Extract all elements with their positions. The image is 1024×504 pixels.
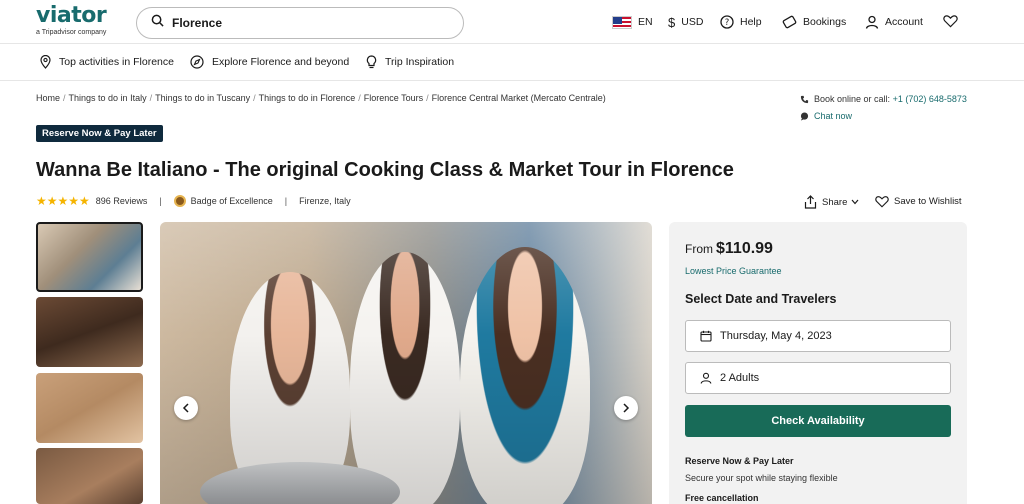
wishlist-label: Save to Wishlist xyxy=(894,196,962,207)
gallery-thumbnail[interactable] xyxy=(36,222,143,292)
chevron-down-icon xyxy=(851,197,859,208)
svg-text:?: ? xyxy=(725,18,730,28)
account-label: Account xyxy=(885,16,923,28)
reviews-link[interactable]: 896 Reviews xyxy=(96,196,148,206)
help-label: Help xyxy=(740,16,762,28)
select-date-title: Select Date and Travelers xyxy=(685,292,837,306)
date-picker[interactable]: Thursday, May 4, 2023 xyxy=(685,320,951,352)
user-icon xyxy=(865,15,879,29)
price-row: From $110.99 xyxy=(685,240,773,258)
booking-panel: From $110.99 Lowest Price Guarantee Sele… xyxy=(669,222,967,504)
top-header: viator a Tripadvisor company EN $ USD ? … xyxy=(0,0,1024,44)
gallery-thumbnail[interactable] xyxy=(36,373,143,443)
location-pin-icon xyxy=(40,55,51,69)
contact-info: Book online or call: +1 (702) 648-5873 C… xyxy=(800,93,967,127)
badge-of-excellence: Badge of Excellence xyxy=(190,196,273,206)
us-flag-icon xyxy=(612,15,632,29)
lightbulb-icon xyxy=(366,55,377,69)
share-icon xyxy=(804,195,817,209)
subnav-label: Explore Florence and beyond xyxy=(212,56,350,68)
search-input[interactable] xyxy=(172,16,432,30)
chat-icon xyxy=(800,111,809,121)
location-link[interactable]: Firenze, Italy xyxy=(299,196,351,206)
rating-stars: ★★★★★ xyxy=(36,194,90,208)
breadcrumb-tuscany[interactable]: Things to do in Tuscany xyxy=(155,93,250,103)
chat-now-link[interactable]: Chat now xyxy=(814,111,852,121)
breadcrumb-home[interactable]: Home xyxy=(36,93,60,103)
logo-subtitle: a Tripadvisor company xyxy=(36,29,107,36)
date-value: Thursday, May 4, 2023 xyxy=(720,330,832,342)
currency-label: USD xyxy=(681,16,704,28)
badge-of-excellence-icon xyxy=(173,195,186,207)
bookings-link[interactable]: Bookings xyxy=(782,13,846,31)
travelers-value: 2 Adults xyxy=(720,372,760,384)
gallery-next-button[interactable] xyxy=(614,396,638,420)
breadcrumb: Home / Things to do in Italy / Things to do … xyxy=(36,93,606,103)
calendar-icon xyxy=(700,330,712,342)
lowest-price-guarantee-link[interactable]: Lowest Price Guarantee xyxy=(685,266,782,276)
product-meta: ★★★★★ 896 Reviews | Badge of Excellence … xyxy=(36,194,351,208)
share-button[interactable]: Share xyxy=(804,195,859,209)
main-product-photo xyxy=(160,222,652,504)
reserve-now-badge: Reserve Now & Pay Later xyxy=(36,125,163,142)
breadcrumb-italy[interactable]: Things to do in Italy xyxy=(69,93,147,103)
wishlist-header-button[interactable] xyxy=(943,13,958,31)
save-to-wishlist-button[interactable]: Save to Wishlist xyxy=(875,195,962,208)
breadcrumb-florence[interactable]: Things to do in Florence xyxy=(259,93,356,103)
gallery-prev-button[interactable] xyxy=(174,396,198,420)
phone-icon xyxy=(800,95,809,104)
reserve-now-subtitle: Secure your spot while staying flexible xyxy=(685,473,838,483)
gallery-thumbnail[interactable] xyxy=(36,448,143,504)
language-label: EN xyxy=(638,16,653,28)
subnav-top-activities[interactable]: Top activities in Florence xyxy=(40,55,174,69)
gallery-thumbnail[interactable] xyxy=(36,297,143,367)
breadcrumb-florence-tours[interactable]: Florence Tours xyxy=(364,93,423,103)
travelers-selector[interactable]: 2 Adults xyxy=(685,362,951,394)
chevron-right-icon xyxy=(622,401,630,416)
share-label: Share xyxy=(822,196,848,208)
free-cancellation-label: Free cancellation xyxy=(685,493,759,503)
price-from-label: From xyxy=(685,242,713,256)
user-icon xyxy=(700,372,712,384)
sub-navigation: Top activities in Florence Explore Flore… xyxy=(0,44,1024,81)
heart-icon xyxy=(943,14,958,31)
currency-selector[interactable]: $ USD xyxy=(668,13,703,31)
subnav-explore[interactable]: Explore Florence and beyond xyxy=(190,55,349,69)
language-selector[interactable]: EN xyxy=(612,13,653,31)
contact-label: Book online or call: xyxy=(814,94,891,104)
reserve-now-title: Reserve Now & Pay Later xyxy=(685,456,794,466)
search-icon xyxy=(151,14,164,32)
check-availability-button[interactable]: Check Availability xyxy=(685,405,951,437)
help-icon: ? xyxy=(720,15,734,29)
account-link[interactable]: Account xyxy=(865,13,923,31)
phone-link[interactable]: +1 (702) 648-5873 xyxy=(893,94,967,104)
price-value: $110.99 xyxy=(716,240,773,257)
ticket-icon xyxy=(782,15,797,29)
logo-text: viator xyxy=(36,3,107,28)
viator-logo[interactable]: viator a Tripadvisor company xyxy=(36,3,107,37)
subnav-label: Top activities in Florence xyxy=(59,56,174,68)
dollar-icon: $ xyxy=(668,14,676,30)
bookings-label: Bookings xyxy=(803,16,847,28)
heart-icon xyxy=(875,195,889,208)
product-title: Wanna Be Italiano - The original Cooking… xyxy=(36,159,734,181)
compass-icon xyxy=(190,55,204,69)
chevron-left-icon xyxy=(182,401,190,416)
breadcrumb-central-market[interactable]: Florence Central Market (Mercato Central… xyxy=(432,93,606,103)
search-bar[interactable] xyxy=(136,7,464,39)
subnav-trip-inspiration[interactable]: Trip Inspiration xyxy=(366,55,454,69)
help-link[interactable]: ? Help xyxy=(720,13,762,31)
subnav-label: Trip Inspiration xyxy=(385,56,455,68)
